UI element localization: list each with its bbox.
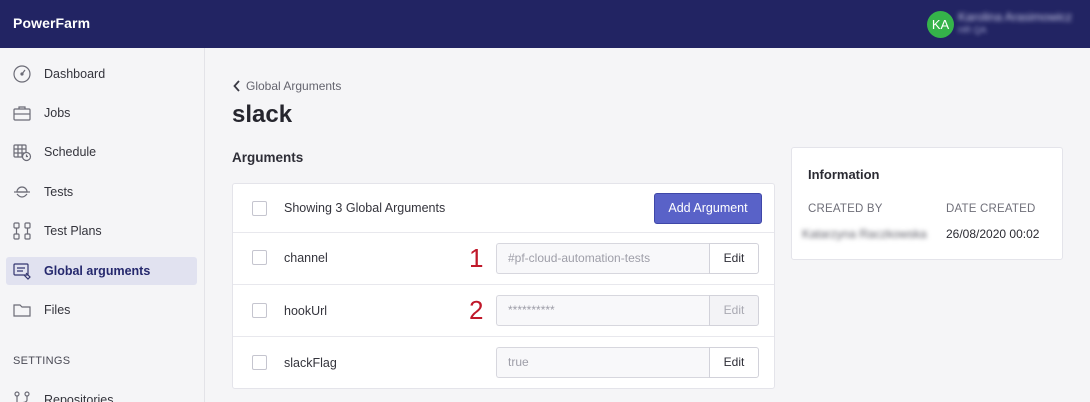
created-by-label: CREATED BY (808, 203, 883, 215)
add-argument-button[interactable]: Add Argument (654, 193, 762, 224)
flow-icon (13, 222, 31, 240)
argument-name: slackFlag (284, 356, 337, 370)
edit-button[interactable]: Edit (709, 347, 759, 378)
table-row: slackFlag true Edit (233, 337, 774, 389)
briefcase-icon (13, 106, 31, 121)
sidebar-item-schedule[interactable]: Schedule (6, 138, 197, 166)
avatar[interactable]: KA (927, 11, 954, 38)
sidebar-item-tests[interactable]: Tests (6, 178, 197, 206)
user-name[interactable]: Karolina Arasimowicz (958, 10, 1072, 24)
table-row: hookUrl 2 ********** Edit (233, 285, 774, 337)
sidebar-item-label: Repositories (44, 393, 114, 402)
row-checkbox[interactable] (252, 355, 267, 370)
select-all-checkbox[interactable] (252, 201, 267, 216)
tests-icon (14, 186, 30, 198)
sidebar-item-test-plans[interactable]: Test Plans (6, 217, 197, 245)
section-title: Arguments (232, 150, 304, 165)
breadcrumb-label: Global Arguments (246, 79, 342, 93)
sidebar-item-label: Dashboard (44, 67, 106, 81)
table-header-row: Showing 3 Global Arguments Add Argument (233, 184, 774, 233)
created-by-value: Katarzyna Raczkowska (802, 227, 927, 241)
information-panel: Information CREATED BY DATE CREATED Kata… (791, 147, 1063, 260)
sidebar-item-label: Tests (44, 185, 74, 199)
sidebar-item-label: Test Plans (44, 224, 102, 238)
sidebar-item-files[interactable]: Files (6, 296, 197, 324)
arguments-table: Showing 3 Global Arguments Add Argument … (232, 183, 775, 389)
repository-icon (14, 391, 30, 402)
argument-value-field[interactable]: true (496, 347, 710, 378)
argument-name: hookUrl (284, 304, 328, 318)
breadcrumb-back-link[interactable]: Global Arguments (233, 79, 341, 93)
user-role: HR QA (958, 25, 987, 35)
top-bar: PowerFarm KA Karolina Arasimowicz HR QA (0, 0, 1090, 48)
arguments-icon (13, 263, 31, 280)
sidebar-item-global-arguments[interactable]: Global arguments (6, 257, 197, 285)
edit-button[interactable]: Edit (709, 243, 759, 274)
sidebar-item-label: Schedule (44, 145, 97, 159)
sidebar-item-label: Global arguments (44, 264, 151, 278)
sidebar-item-label: Jobs (44, 106, 71, 120)
argument-name: channel (284, 251, 328, 265)
dashboard-icon (13, 65, 31, 83)
argument-value-field[interactable]: ********** (496, 295, 710, 326)
date-created-label: DATE CREATED (946, 203, 1036, 215)
page-title: slack (232, 101, 293, 128)
sidebar-item-repositories[interactable]: Repositories (6, 386, 197, 402)
row-checkbox[interactable] (252, 250, 267, 265)
sidebar-item-dashboard[interactable]: Dashboard (6, 60, 197, 88)
table-row: channel 1 #pf-cloud-automation-tests Edi… (233, 233, 774, 285)
annotation-label: 2 (469, 295, 484, 325)
information-title: Information (808, 167, 880, 182)
arguments-count: Showing 3 Global Arguments (284, 201, 446, 215)
annotation-label: 1 (469, 243, 484, 273)
date-created-value: 26/08/2020 00:02 (946, 227, 1040, 241)
settings-section-label: SETTINGS (13, 355, 71, 367)
app-title[interactable]: PowerFarm (13, 15, 90, 31)
folder-icon (13, 304, 31, 317)
calendar-clock-icon (13, 144, 32, 162)
sidebar-item-label: Files (44, 303, 71, 317)
chevron-left-icon (233, 80, 240, 92)
argument-value-field[interactable]: #pf-cloud-automation-tests (496, 243, 710, 274)
row-checkbox[interactable] (252, 303, 267, 318)
sidebar: Dashboard Jobs Schedule Tests Test Plans… (0, 48, 205, 402)
edit-button[interactable]: Edit (709, 295, 759, 326)
sidebar-item-jobs[interactable]: Jobs (6, 99, 197, 127)
